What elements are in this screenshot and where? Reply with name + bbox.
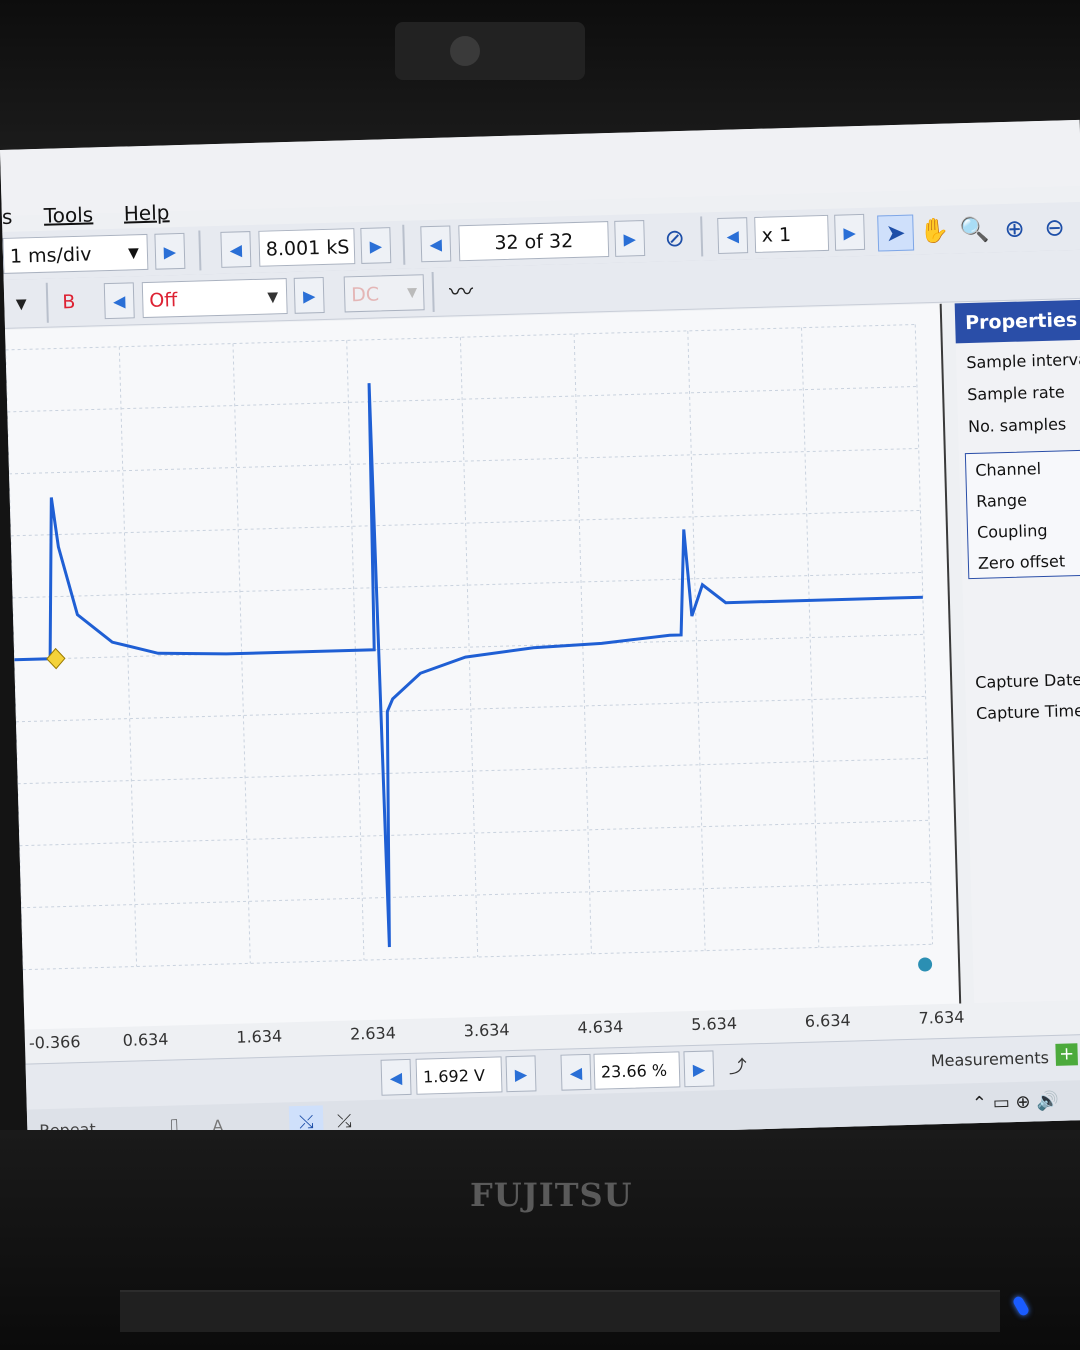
add-measurement-icon[interactable]: + — [1055, 1043, 1078, 1066]
channel-mode-value: Off — [148, 289, 178, 312]
x-tick-label: 2.634 — [349, 1023, 397, 1044]
x-tick-label: 6.634 — [804, 1010, 851, 1031]
system-tray-icons: ⌃ ▭ ⊕ 🔊 — [971, 1090, 1060, 1115]
prop-no-samples: No. samples — [967, 414, 1067, 437]
chevron-down-icon: ▼ — [406, 285, 418, 301]
grid-line-vertical — [118, 346, 138, 967]
x-tick-label: 5.634 — [690, 1013, 738, 1035]
separator — [45, 282, 49, 323]
samples-field[interactable]: 8.001 kS — [258, 228, 356, 267]
samples-value: 8.001 kS — [265, 236, 350, 261]
menu-tools[interactable]: Tools — [44, 202, 94, 227]
zoom-value: x 1 — [761, 223, 792, 247]
prop-sample-interval: Sample interval — [966, 349, 1080, 373]
buffer-field[interactable]: 32 of 32 — [458, 221, 610, 262]
timebase-select[interactable]: 1 ms/div ▼ — [2, 233, 149, 274]
zoom-region-icon[interactable]: 🔍 — [957, 212, 992, 247]
x-tick-label: 4.634 — [577, 1016, 624, 1038]
separator — [402, 224, 406, 265]
brand-logo: FUJITSU — [470, 1176, 633, 1214]
measurements-label: Measurements — [930, 1048, 1050, 1071]
menu-help[interactable]: Help — [123, 200, 169, 225]
prop-sample-rate: Sample rate — [966, 382, 1066, 405]
separator — [198, 230, 202, 271]
buffer-prev-button[interactable]: ◀ — [420, 225, 452, 263]
scope-chart — [5, 324, 934, 972]
zoom-next-button[interactable]: ▶ — [834, 213, 866, 251]
grid-line-vertical — [459, 337, 479, 957]
buffer-next-button[interactable]: ▶ — [614, 220, 646, 257]
x-tick-label: 3.634 — [463, 1020, 510, 1041]
coupling-value: DC — [350, 283, 380, 307]
samples-prev-button[interactable]: ◀ — [220, 231, 252, 268]
timebase-next-button[interactable]: ▶ — [154, 232, 186, 270]
channel-b-label: B — [61, 290, 76, 314]
hand-icon[interactable]: ✋ — [917, 213, 952, 248]
threshold-next-button[interactable]: ▶ — [505, 1055, 537, 1093]
prop-zero-offset: Zero offset — [977, 551, 1066, 573]
webcam-lens — [450, 36, 480, 66]
chevron-down-icon[interactable]: ▼ — [4, 287, 39, 322]
threshold-value: 1.692 V — [422, 1065, 486, 1087]
pointer-icon[interactable]: ➤ — [877, 214, 915, 252]
trigger-edge-icon[interactable]: ⤴ — [720, 1050, 755, 1085]
ruler-handle-icon[interactable] — [918, 957, 933, 972]
x-tick-label: -0.366 — [28, 1032, 81, 1053]
prop-capture-date: Capture Date — [974, 669, 1080, 692]
threshold-field[interactable]: 1.692 V — [415, 1056, 503, 1095]
prop-coupling: Coupling — [976, 520, 1048, 542]
pretrigger-field[interactable]: 23.66 % — [593, 1051, 681, 1090]
grid — [5, 324, 934, 971]
pretrigger-value: 23.66 % — [600, 1060, 668, 1082]
x-tick-label: 1.634 — [236, 1026, 283, 1047]
pretrigger-prev-button[interactable]: ◀ — [560, 1053, 592, 1091]
pretrigger-next-button[interactable]: ▶ — [683, 1050, 715, 1088]
scope-plot[interactable] — [5, 303, 962, 1030]
separator — [700, 216, 704, 257]
timebase-value: 1 ms/div — [9, 243, 92, 268]
mode-prev-button[interactable]: ◀ — [103, 282, 135, 320]
prop-range: Range — [975, 490, 1028, 511]
properties-panel: Properties Sample interval Sample rate N… — [954, 299, 1080, 1004]
webcam-housing — [395, 22, 585, 80]
prop-capture-time: Capture Time — [975, 700, 1080, 723]
separator — [431, 271, 435, 312]
zoom-out-icon[interactable]: ⊖ — [1037, 210, 1072, 245]
samples-next-button[interactable]: ▶ — [360, 227, 392, 264]
x-tick-label: 7.634 — [918, 1007, 965, 1028]
mode-next-button[interactable]: ▶ — [293, 277, 325, 314]
grid-line-vertical — [687, 330, 706, 951]
compass-icon[interactable]: ⊘ — [657, 221, 692, 256]
x-tick-label: 0.634 — [122, 1029, 169, 1050]
channel-mode-select[interactable]: Off ▼ — [141, 278, 288, 319]
coupling-select[interactable]: DC ▼ — [343, 274, 425, 313]
chevron-down-icon: ▼ — [267, 289, 279, 306]
zoom-prev-button[interactable]: ◀ — [717, 217, 749, 254]
prop-channel: Channel — [975, 459, 1042, 480]
properties-title: Properties — [954, 299, 1080, 344]
keyboard-function-row — [120, 1290, 1000, 1332]
threshold-prev-button[interactable]: ◀ — [380, 1058, 412, 1096]
buffer-value: 32 of 32 — [494, 230, 574, 255]
channel-label[interactable]: B — [56, 283, 97, 320]
waveform-icon[interactable]: 〰 — [444, 275, 479, 310]
zoom-in-icon[interactable]: ⊕ — [997, 211, 1032, 246]
screen: s Tools Help 1 ms/div ▼ ▶ ◀ 8.001 kS ▶ ◀… — [0, 119, 1080, 1150]
grid-line-vertical — [801, 327, 820, 948]
chevron-down-icon: ▼ — [127, 245, 140, 262]
menu-partial[interactable]: s — [2, 205, 13, 229]
zoom-field[interactable]: x 1 — [754, 214, 830, 253]
